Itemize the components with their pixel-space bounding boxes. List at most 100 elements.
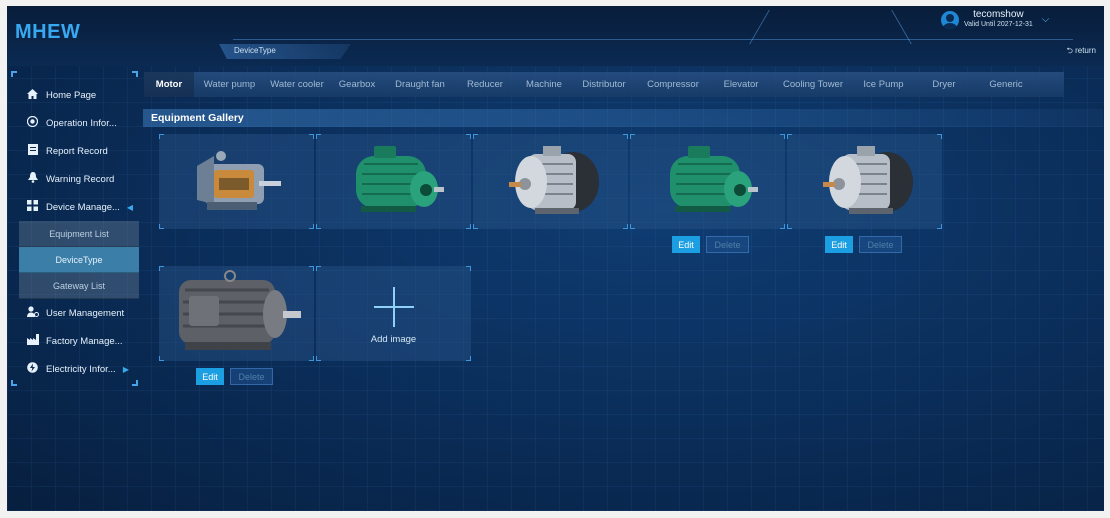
- equipment-image-card[interactable]: [159, 266, 314, 361]
- frame-corner: [473, 224, 478, 229]
- frame-corner: [780, 224, 785, 229]
- sidebar-item-operation[interactable]: Operation Infor...: [19, 109, 139, 137]
- frame-corner: [316, 134, 321, 139]
- tab-distributor[interactable]: Distributor: [573, 72, 635, 97]
- frame-corner: [11, 380, 17, 386]
- app-window: MHEW DeviceType ⮌ return tecomshow Valid…: [7, 6, 1104, 511]
- frame-corner: [937, 134, 942, 139]
- sidebar-item-label: Operation Infor...: [46, 117, 117, 129]
- frame-corner: [132, 71, 138, 77]
- equipment-image-card[interactable]: [159, 134, 314, 229]
- sidebar-item-home[interactable]: Home Page: [19, 81, 139, 109]
- avatar-icon: [941, 10, 959, 29]
- frame-corner: [787, 134, 792, 139]
- tab-elevator[interactable]: Elevator: [711, 72, 771, 97]
- frame-corner: [630, 134, 635, 139]
- tab-reducer[interactable]: Reducer: [455, 72, 515, 97]
- tab-water-cooler[interactable]: Water cooler: [265, 72, 329, 97]
- user-icon: [27, 306, 39, 320]
- device-type-tabs: Motor Water pump Water cooler Gearbox Dr…: [144, 72, 1064, 97]
- frame-corner: [11, 71, 17, 77]
- frame-corner: [309, 356, 314, 361]
- report-icon: [27, 144, 38, 158]
- tab-cooling-tower[interactable]: Cooling Tower: [771, 72, 855, 97]
- frame-corner: [466, 356, 471, 361]
- frame-corner: [316, 356, 321, 361]
- equipment-image-card[interactable]: [316, 134, 471, 229]
- tab-water-pump[interactable]: Water pump: [194, 72, 265, 97]
- add-image-button[interactable]: Add image: [316, 266, 471, 361]
- chevron-down-icon[interactable]: ⌵: [1042, 14, 1050, 25]
- edit-button[interactable]: Edit: [672, 236, 700, 253]
- return-icon: ⮌: [1066, 46, 1073, 55]
- frame-corner: [466, 224, 471, 229]
- sidebar-item-factory-management[interactable]: Factory Manage...: [19, 327, 139, 355]
- breadcrumb[interactable]: DeviceType: [234, 46, 276, 55]
- sidebar-item-label: Electricity Infor...: [46, 363, 116, 375]
- frame-corner: [316, 266, 321, 271]
- image-actions: Edit Delete: [825, 236, 902, 253]
- return-button[interactable]: ⮌ return: [1066, 45, 1096, 59]
- sidebar-subitem-devicetype[interactable]: DeviceType: [19, 247, 139, 273]
- grid-icon: [27, 200, 38, 214]
- sidebar-item-warning[interactable]: Warning Record: [19, 165, 139, 193]
- factory-icon: [27, 334, 39, 348]
- tab-dryer[interactable]: Dryer: [912, 72, 976, 97]
- sidebar-item-label: Home Page: [46, 89, 97, 101]
- frame-corner: [937, 224, 942, 229]
- sidebar-subitem-gateway-list[interactable]: Gateway List: [19, 273, 139, 299]
- frame-corner: [466, 134, 471, 139]
- equipment-image-card[interactable]: [787, 134, 942, 229]
- frame-corner: [623, 134, 628, 139]
- tab-generic[interactable]: Generic: [976, 72, 1036, 97]
- green-motor-image: [356, 146, 444, 212]
- sidebar-item-label: Device Manage...: [46, 201, 120, 213]
- sidebar: Home Page Operation Infor... Report Reco…: [11, 71, 139, 386]
- target-icon: [26, 115, 39, 130]
- delete-button[interactable]: Delete: [706, 236, 749, 253]
- tab-ice-pump[interactable]: Ice Pump: [855, 72, 912, 97]
- sidebar-item-user-management[interactable]: User Management: [19, 299, 139, 327]
- delete-button[interactable]: Delete: [859, 236, 902, 253]
- plus-icon: [374, 287, 414, 327]
- frame-corner: [473, 134, 478, 139]
- equipment-image-card[interactable]: [473, 134, 628, 229]
- tab-compressor[interactable]: Compressor: [635, 72, 711, 97]
- equipment-image-card[interactable]: [630, 134, 785, 229]
- sidebar-item-label: User Management: [46, 307, 125, 319]
- tab-gearbox[interactable]: Gearbox: [329, 72, 385, 97]
- nav-menu: Home Page Operation Infor... Report Reco…: [19, 81, 139, 383]
- expand-arrow-icon: ▶: [122, 364, 129, 374]
- bell-icon: [27, 172, 38, 186]
- frame-corner: [309, 134, 314, 139]
- sidebar-subitem-equipment-list[interactable]: Equipment List: [19, 221, 139, 247]
- tab-motor[interactable]: Motor: [144, 72, 194, 97]
- frame-corner: [159, 134, 164, 139]
- header-divider: [233, 39, 1073, 40]
- sidebar-item-label: Warning Record: [46, 173, 115, 185]
- user-valid-until: Valid Until 2027-12-31: [964, 21, 1033, 28]
- sidebar-item-device-management[interactable]: Device Manage... ◀: [19, 193, 139, 221]
- delete-button[interactable]: Delete: [230, 368, 273, 385]
- sidebar-item-label: Report Record: [46, 145, 108, 157]
- sidebar-item-report[interactable]: Report Record: [19, 137, 139, 165]
- collapse-arrow-icon: ◀: [126, 202, 133, 212]
- cutaway-motor-image: [197, 151, 281, 210]
- electricity-icon: [27, 362, 38, 376]
- tab-draught-fan[interactable]: Draught fan: [385, 72, 455, 97]
- add-image-label: Add image: [370, 334, 417, 345]
- frame-corner: [630, 224, 635, 229]
- user-menu[interactable]: tecomshow Valid Until 2027-12-31 ⌵: [941, 10, 1049, 29]
- image-actions: Edit Delete: [672, 236, 749, 253]
- edit-button[interactable]: Edit: [196, 368, 224, 385]
- frame-corner: [316, 224, 321, 229]
- header: MHEW DeviceType ⮌ return tecomshow Valid…: [7, 6, 1104, 66]
- frame-corner: [623, 224, 628, 229]
- frame-corner: [466, 266, 471, 271]
- sidebar-item-electricity[interactable]: Electricity Infor... ▶: [19, 355, 139, 383]
- return-label: return: [1075, 46, 1096, 55]
- edit-button[interactable]: Edit: [825, 236, 853, 253]
- frame-corner: [309, 224, 314, 229]
- frame-corner: [309, 266, 314, 271]
- tab-machine[interactable]: Machine: [515, 72, 573, 97]
